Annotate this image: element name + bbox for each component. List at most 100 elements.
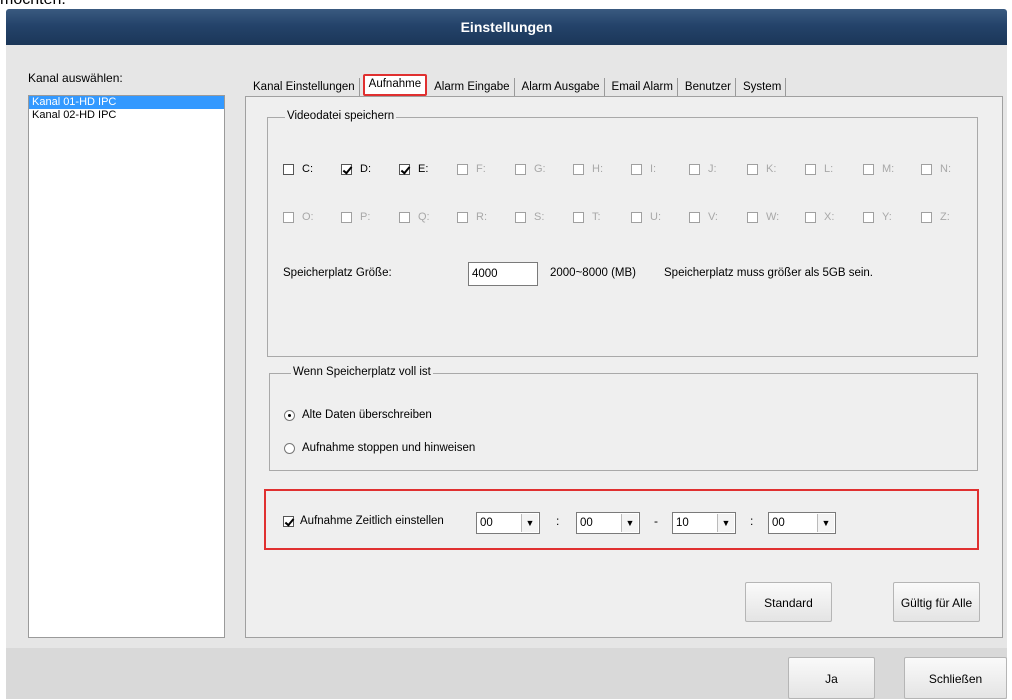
drive-option[interactable]: C:: [283, 163, 313, 175]
drive-label: E:: [418, 163, 429, 175]
start-hour-select[interactable]: 00 ▼: [476, 512, 540, 534]
time-separator: :: [750, 514, 754, 528]
drive-option: Y:: [863, 211, 892, 223]
channel-item[interactable]: Kanal 02-HD IPC: [29, 109, 224, 122]
drive-option[interactable]: E:: [399, 163, 428, 175]
drive-checkbox: [515, 163, 526, 175]
drive-checkbox: [631, 211, 642, 223]
chevron-down-icon[interactable]: ▼: [717, 514, 734, 532]
drive-label: D:: [360, 163, 371, 175]
drive-option: J:: [689, 163, 717, 175]
drive-checkbox: [747, 211, 758, 223]
apply-all-button[interactable]: Gültig für Alle: [893, 582, 980, 622]
drive-checkbox: [399, 211, 410, 223]
tab-alarm-ausgabe[interactable]: Alarm Ausgabe: [518, 78, 605, 96]
drive-label: C:: [302, 163, 313, 175]
close-button[interactable]: Schließen: [904, 657, 1007, 699]
start-minute-value: 00: [580, 517, 593, 529]
drive-option: R:: [457, 211, 487, 223]
storage-size-hint: Speicherplatz muss größer als 5GB sein.: [664, 267, 874, 279]
drive-label: V:: [708, 211, 718, 223]
drive-option: H:: [573, 163, 603, 175]
chevron-down-icon[interactable]: ▼: [521, 514, 538, 532]
storage-size-input[interactable]: 4000: [468, 262, 538, 286]
drive-option: V:: [689, 211, 718, 223]
tab-benutzer[interactable]: Benutzer: [681, 78, 736, 96]
drive-option: W:: [747, 211, 779, 223]
drive-label: M:: [882, 163, 895, 175]
tab-alarm-eingabe[interactable]: Alarm Eingabe: [430, 78, 515, 96]
end-hour-select[interactable]: 10 ▼: [672, 512, 736, 534]
drive-option: K:: [747, 163, 776, 175]
drive-label: G:: [534, 163, 546, 175]
channel-select-label: Kanal auswählen:: [28, 71, 123, 85]
drive-checkbox: [341, 211, 352, 223]
full-storage-group: [269, 373, 978, 471]
drive-row-2: O: P: Q: R: S: T: U: V: W: X: Y: Z:: [283, 211, 973, 225]
drive-checkbox: [805, 211, 816, 223]
time-separator: :: [556, 514, 560, 528]
drive-label: H:: [592, 163, 603, 175]
drive-checkbox[interactable]: [341, 163, 352, 175]
storage-size-label: Speicherplatz Größe:: [283, 267, 392, 279]
video-save-title: Videodatei speichern: [285, 110, 397, 122]
drive-row-1: C: D: E: F: G: H: I: J: K: L: M: N:: [283, 163, 973, 177]
range-separator: -: [654, 514, 658, 528]
drive-checkbox: [457, 211, 468, 223]
overwrite-option[interactable]: Alte Daten überschreiben: [284, 409, 432, 421]
full-storage-title: Wenn Speicherplatz voll ist: [291, 366, 433, 378]
drive-checkbox: [573, 163, 584, 175]
drive-option: I:: [631, 163, 656, 175]
channel-item[interactable]: Kanal 01-HD IPC: [29, 96, 224, 109]
drive-option: S:: [515, 211, 544, 223]
schedule-checkbox[interactable]: [283, 515, 294, 527]
drive-option: G:: [515, 163, 546, 175]
stop-radio[interactable]: [284, 442, 295, 454]
drive-checkbox: [921, 163, 932, 175]
drive-checkbox: [457, 163, 468, 175]
chevron-down-icon[interactable]: ▼: [817, 514, 834, 532]
drive-checkbox: [805, 163, 816, 175]
ok-button[interactable]: Ja: [788, 657, 875, 699]
drive-option: X:: [805, 211, 834, 223]
drive-option: N:: [921, 163, 951, 175]
drive-label: Q:: [418, 211, 430, 223]
tab-email-alarm[interactable]: Email Alarm: [608, 78, 678, 96]
drive-checkbox: [747, 163, 758, 175]
channel-list[interactable]: Kanal 01-HD IPC Kanal 02-HD IPC: [28, 95, 225, 638]
schedule-checkbox-row[interactable]: Aufnahme Zeitlich einstellen: [283, 515, 444, 527]
drive-label: S:: [534, 211, 545, 223]
drive-label: O:: [302, 211, 314, 223]
chevron-down-icon[interactable]: ▼: [621, 514, 638, 532]
tab-system[interactable]: System: [739, 78, 787, 96]
drive-option: Q:: [399, 211, 430, 223]
stop-option[interactable]: Aufnahme stoppen und hinweisen: [284, 442, 475, 454]
end-minute-value: 00: [772, 517, 785, 529]
end-minute-select[interactable]: 00 ▼: [768, 512, 836, 534]
drive-option: F:: [457, 163, 486, 175]
drive-checkbox: [863, 211, 874, 223]
end-hour-value: 10: [676, 517, 689, 529]
drive-label: I:: [650, 163, 657, 175]
drive-option[interactable]: D:: [341, 163, 371, 175]
drive-label: J:: [708, 163, 717, 175]
drive-label: Z:: [940, 211, 950, 223]
drive-label: K:: [766, 163, 777, 175]
drive-label: T:: [592, 211, 601, 223]
drive-checkbox: [631, 163, 642, 175]
drive-label: N:: [940, 163, 951, 175]
overwrite-radio[interactable]: [284, 409, 295, 421]
standard-button[interactable]: Standard: [745, 582, 832, 622]
drive-checkbox: [515, 211, 526, 223]
drive-option: U:: [631, 211, 661, 223]
drive-option: L:: [805, 163, 833, 175]
tab-kanal-einstellungen[interactable]: Kanal Einstellungen: [249, 78, 360, 96]
drive-checkbox[interactable]: [399, 163, 410, 175]
drive-checkbox[interactable]: [283, 163, 294, 175]
drive-checkbox: [863, 163, 874, 175]
tab-bar: Kanal Einstellungen Aufnahme Alarm Einga…: [249, 72, 789, 96]
tab-aufnahme[interactable]: Aufnahme: [362, 74, 428, 96]
start-minute-select[interactable]: 00 ▼: [576, 512, 640, 534]
drive-label: U:: [650, 211, 661, 223]
schedule-label: Aufnahme Zeitlich einstellen: [300, 515, 444, 527]
